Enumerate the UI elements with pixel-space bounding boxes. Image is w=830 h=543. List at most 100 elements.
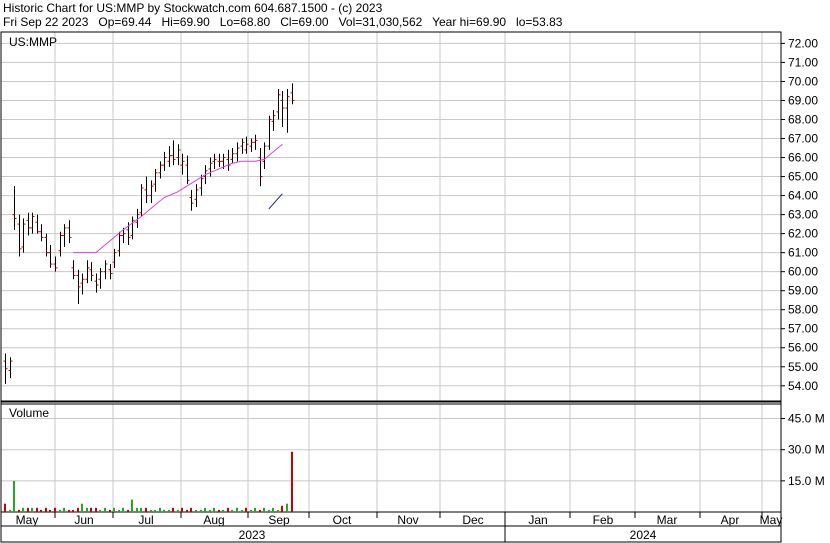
price-bar (162, 151, 167, 171)
volume-bar (204, 507, 206, 512)
volume-bar (272, 507, 274, 512)
price-bar (253, 134, 258, 150)
volume-bar (99, 509, 101, 512)
volume-bar (263, 507, 265, 512)
volume-bar (127, 509, 129, 512)
volume-bar (150, 509, 152, 512)
price-bar (189, 189, 194, 211)
price-bar (226, 149, 231, 171)
volume-bar (104, 507, 106, 512)
volume-bar (18, 509, 20, 512)
price-bar (249, 138, 254, 152)
volume-bar (200, 509, 202, 512)
volume-bar (95, 507, 97, 512)
volume-bar (259, 509, 261, 512)
volume-bar (254, 507, 256, 512)
grid (1, 32, 781, 512)
volume-tick-label: 45.0 M (788, 412, 825, 426)
volume-bar (40, 509, 42, 512)
price-tick-label: 71.00 (788, 55, 818, 69)
price-bar (8, 357, 13, 379)
volume-bar (118, 509, 120, 512)
price-tick-label: 62.00 (788, 227, 818, 241)
volume-bar (27, 507, 29, 512)
volume-bar (36, 507, 38, 512)
price-tick-label: 57.00 (788, 322, 818, 336)
price-tick-label: 54.00 (788, 379, 818, 393)
volume-bar (13, 480, 15, 512)
month-label: Apr (721, 513, 740, 527)
volume-bar (241, 509, 243, 512)
price-bar (153, 168, 158, 192)
volume-bar (49, 509, 51, 512)
price-bar (80, 273, 85, 295)
volume-tick-label: 15.0 M (788, 474, 825, 488)
price-bar (149, 180, 154, 204)
volume-tick-label: 30.0 M (788, 443, 825, 457)
volume-bar (218, 509, 220, 512)
volume-bar (63, 507, 65, 512)
price-tick-label: 55.00 (788, 360, 818, 374)
price-tick-label: 60.00 (788, 265, 818, 279)
volume-bar (68, 509, 70, 512)
volume-bar (231, 509, 233, 512)
price-bar (17, 214, 22, 257)
volume-bars (4, 451, 293, 512)
price-bar (26, 212, 31, 236)
month-label: Nov (397, 513, 418, 527)
volume-bar (86, 507, 88, 512)
price-bar (158, 161, 163, 179)
price-tick-label: 63.00 (788, 208, 818, 222)
price-bar (30, 212, 35, 234)
price-bar (262, 142, 267, 169)
volume-bar (177, 509, 179, 512)
price-tick-label: 59.00 (788, 284, 818, 298)
volume-bar (113, 507, 115, 512)
month-axis: May Jun Jul Aug Sep Oct Nov Dec Jan Feb Mar Apr May (16, 512, 783, 542)
year-label: 2023 (239, 528, 266, 542)
price-bar (67, 220, 72, 244)
price-bar (21, 218, 26, 253)
price-bar (185, 155, 190, 185)
month-label: Sep (268, 513, 290, 527)
volume-bar (140, 507, 142, 512)
volume-bar (245, 507, 247, 512)
price-bar (290, 83, 295, 105)
price-panel (0, 31, 782, 402)
price-tick-label: 56.00 (788, 341, 818, 355)
year-axis: 2023 2024 (239, 528, 657, 542)
volume-bar (54, 507, 56, 512)
volume-bar (209, 509, 211, 512)
price-tick-label: 58.00 (788, 303, 818, 317)
price-bar (3, 353, 8, 384)
price-bar (240, 138, 245, 154)
volume-bar (181, 507, 183, 512)
price-bar (235, 142, 240, 162)
month-label: Jan (528, 513, 547, 527)
price-tick-label: 66.00 (788, 151, 818, 165)
volume-bar (136, 507, 138, 512)
volume-bar (77, 507, 79, 512)
month-label: Feb (593, 513, 614, 527)
volume-bar (168, 509, 170, 512)
month-label: Jul (138, 513, 153, 527)
month-label: May (760, 513, 783, 527)
volume-bar (291, 451, 293, 512)
volume-bar (172, 507, 174, 512)
price-tick-label: 65.00 (788, 170, 818, 184)
volume-label: Volume (9, 406, 49, 420)
price-tick-label: 70.00 (788, 74, 818, 88)
volume-bar (4, 503, 6, 512)
volume-bar (159, 507, 161, 512)
price-bar (280, 90, 285, 128)
price-bar (98, 267, 103, 289)
price-bar (62, 224, 67, 247)
volume-bar (163, 509, 165, 512)
price-tick-label: 68.00 (788, 112, 818, 126)
month-label: May (16, 513, 39, 527)
volume-bar (190, 507, 192, 512)
volume-bar (72, 509, 74, 512)
price-bar (139, 184, 144, 217)
price-bar (176, 144, 181, 166)
volume-bar (281, 505, 283, 512)
